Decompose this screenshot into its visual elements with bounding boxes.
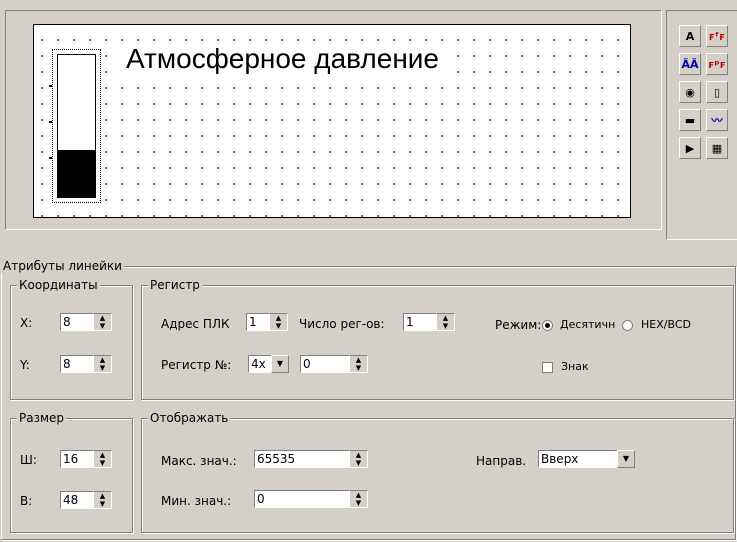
display-group: Отображать (141, 411, 734, 533)
register-count-label: Число рег-ов: (299, 317, 385, 331)
bar-tick (49, 85, 52, 87)
text-convert-icon[interactable]: ÃÃ (679, 53, 701, 75)
spin-down-icon[interactable]: ▼ (350, 499, 367, 507)
mode-label: Режим: (495, 318, 542, 332)
spin-down-icon[interactable]: ▼ (270, 322, 287, 330)
sign-label[interactable]: Знак (561, 358, 589, 376)
number-display-icon[interactable]: ▬ (679, 109, 701, 131)
min-value-input[interactable]: 0 (254, 490, 349, 508)
lamp-icon[interactable]: ◉ (679, 81, 701, 103)
x-spin[interactable]: 8 ▲ ▼ (60, 313, 112, 331)
attributes-group-title: Атрибуты линейки (1, 259, 124, 273)
y-label: Y: (20, 358, 30, 372)
width-label: Ш: (20, 453, 37, 467)
y-spin[interactable]: 8 ▲ ▼ (60, 355, 112, 373)
register-type-value[interactable]: 4x (248, 355, 271, 373)
spin-up-icon[interactable]: ▲ (94, 356, 111, 364)
register-type-select[interactable]: 4x ▼ (248, 355, 289, 373)
font-icon[interactable]: ꜰᶠꜰ (706, 25, 728, 47)
spin-down-icon[interactable]: ▼ (437, 322, 454, 330)
toolbox-panel: Aꜰᶠꜰ ÃÃ ꜰᵖꜰ ◉ ▯ ▬ 〰 ▶ ▦ (666, 10, 737, 240)
coords-group: Координаты (10, 278, 133, 400)
bar-graph-fill (58, 150, 95, 197)
chevron-down-icon[interactable]: ▼ (271, 355, 289, 373)
height-value[interactable]: 48 (60, 491, 93, 509)
spin-down-icon[interactable]: ▼ (350, 364, 367, 372)
bar-tick (49, 157, 52, 159)
bar-graph-widget[interactable] (52, 49, 101, 203)
display-group-title: Отображать (148, 411, 231, 425)
spin-up-icon[interactable]: ▲ (350, 491, 367, 499)
spin-down-icon[interactable]: ▼ (94, 322, 111, 330)
width-value[interactable]: 16 (60, 450, 93, 468)
sign-checkbox[interactable] (542, 362, 553, 373)
max-value-label: Макс. знач.: (161, 454, 237, 468)
spin-up-icon[interactable]: ▲ (94, 314, 111, 322)
register-group: Регистр (141, 278, 734, 400)
spin-up-icon[interactable]: ▲ (94, 451, 111, 459)
font-properties-icon[interactable]: ꜰᵖꜰ (706, 53, 728, 75)
max-value-spin[interactable]: 65535 ▲ ▼ (254, 450, 368, 468)
spin-down-icon[interactable]: ▼ (94, 500, 111, 508)
plc-address-value[interactable]: 1 (246, 313, 269, 331)
plc-address-spin[interactable]: 1 ▲ ▼ (246, 313, 288, 331)
direction-select[interactable]: Вверх ▼ (538, 450, 635, 468)
size-group: Размер (10, 411, 133, 533)
trend-icon[interactable]: 〰 (706, 109, 728, 131)
min-value-spin[interactable]: 0 ▲ ▼ (254, 490, 368, 508)
register-number-value[interactable]: 0 (300, 355, 349, 373)
mode-hex-radio[interactable] (622, 320, 633, 331)
min-value-label: Мин. знач.: (161, 494, 232, 508)
mode-decimal-radio[interactable] (542, 320, 553, 331)
direction-label: Направ. (476, 454, 527, 468)
width-spin[interactable]: 16 ▲ ▼ (60, 450, 112, 468)
register-count-value[interactable]: 1 (403, 313, 436, 331)
grid-pattern-icon[interactable]: ▦ (706, 137, 728, 159)
play-icon[interactable]: ▶ (679, 137, 701, 159)
bar-graph-frame (57, 54, 96, 198)
x-value[interactable]: 8 (60, 313, 93, 331)
mode-hex-label[interactable]: HEX/BCD (641, 316, 691, 334)
spin-up-icon[interactable]: ▲ (350, 356, 367, 364)
direction-value[interactable]: Вверх (538, 450, 617, 468)
register-group-title: Регистр (148, 278, 202, 292)
height-spin[interactable]: 48 ▲ ▼ (60, 491, 112, 509)
plc-address-label: Адрес ПЛК (161, 317, 230, 331)
text-icon[interactable]: A (679, 25, 701, 47)
bar-graph-icon[interactable]: ▯ (706, 81, 728, 103)
coords-group-title: Координаты (17, 278, 100, 292)
x-label: X: (20, 316, 33, 330)
max-value-input[interactable]: 65535 (254, 450, 349, 468)
spin-up-icon[interactable]: ▲ (270, 314, 287, 322)
spin-down-icon[interactable]: ▼ (94, 459, 111, 467)
spin-down-icon[interactable]: ▼ (94, 364, 111, 372)
preview-title[interactable]: Атмосферное давление (120, 42, 446, 76)
register-number-spin[interactable]: 0 ▲ ▼ (300, 355, 368, 373)
register-number-label: Регистр №: (161, 358, 232, 372)
spin-down-icon[interactable]: ▼ (350, 459, 367, 467)
size-group-title: Размер (17, 411, 67, 425)
mode-decimal-label[interactable]: Десятичн (560, 316, 615, 334)
chevron-down-icon[interactable]: ▼ (617, 450, 635, 468)
bar-tick (49, 121, 52, 123)
register-count-spin[interactable]: 1 ▲ ▼ (403, 313, 455, 331)
height-label: В: (20, 494, 33, 508)
spin-up-icon[interactable]: ▲ (94, 492, 111, 500)
y-value[interactable]: 8 (60, 355, 93, 373)
spin-up-icon[interactable]: ▲ (437, 314, 454, 322)
spin-up-icon[interactable]: ▲ (350, 451, 367, 459)
